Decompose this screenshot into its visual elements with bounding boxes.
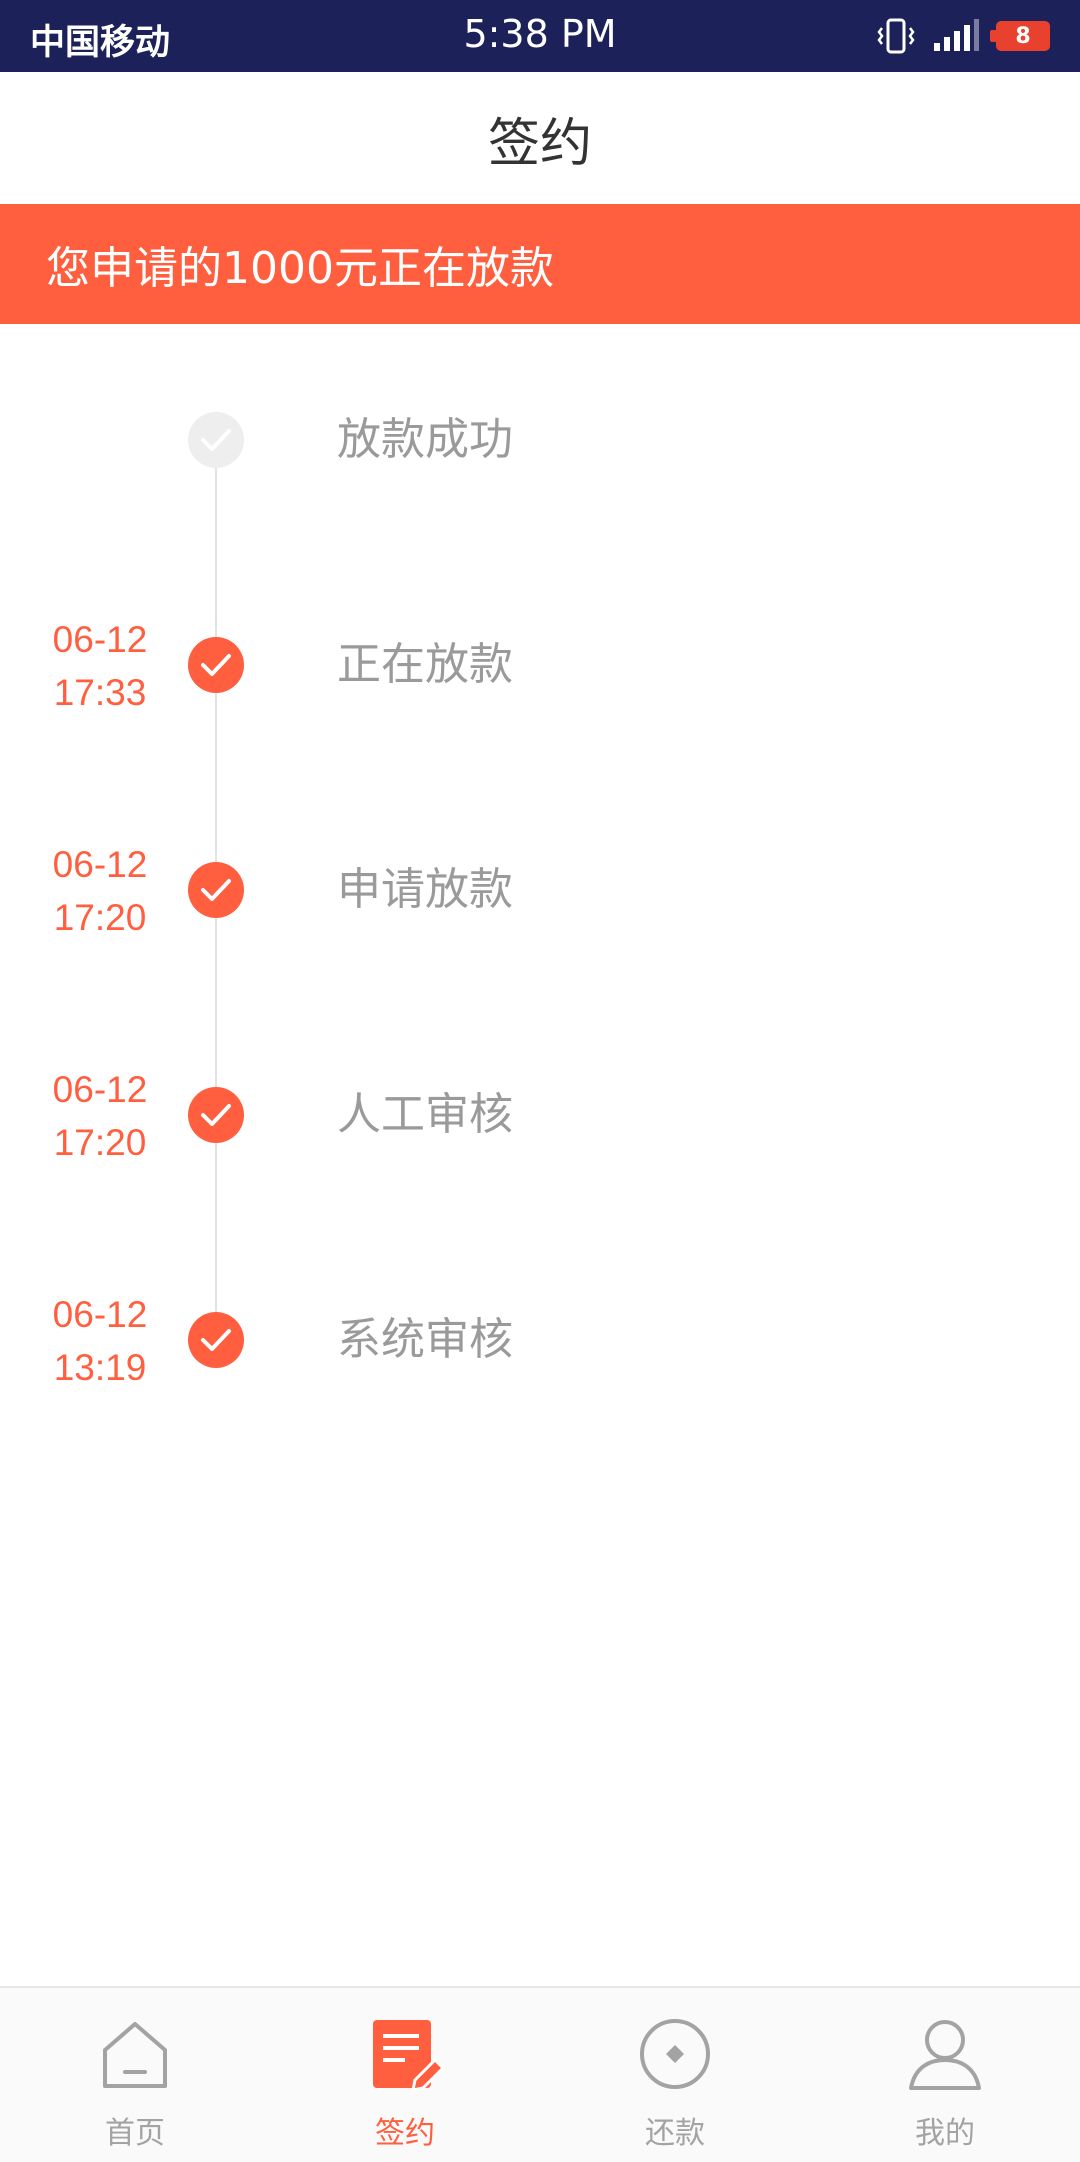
battery-level: 8 (1015, 23, 1031, 49)
step-datetime: 06-12 17:33 (30, 613, 170, 719)
timeline-step-disbursing: 06-12 17:33 正在放款 (0, 619, 1080, 713)
step-date: 06-12 (52, 1069, 148, 1110)
step-label: 放款成功 (337, 414, 513, 465)
tab-label: 还款 (645, 2116, 705, 2151)
step-label: 申请放款 (337, 864, 513, 915)
page-title: 签约 (487, 113, 592, 174)
step-time: 17:33 (53, 672, 147, 713)
tab-mine[interactable]: 我的 (810, 1988, 1080, 2162)
step-label: 人工审核 (337, 1089, 513, 1140)
step-datetime: 06-12 13:19 (30, 1288, 170, 1394)
step-check-icon (188, 412, 244, 468)
tab-sign[interactable]: 签约 (270, 1988, 540, 2162)
step-check-icon (188, 1312, 244, 1368)
timeline-step-disbursed: 放款成功 (0, 412, 1080, 472)
step-datetime: 06-12 17:20 (30, 1063, 170, 1169)
step-date: 06-12 (52, 619, 148, 660)
tab-label: 我的 (915, 2116, 975, 2151)
step-time: 13:19 (53, 1347, 147, 1388)
status-banner: 您申请的1000元正在放款 (0, 204, 1080, 324)
user-profile-icon (909, 2020, 981, 2090)
timeline-step-manual-review: 06-12 17:20 人工审核 (0, 1069, 1080, 1163)
step-check-icon (188, 1087, 244, 1143)
step-check-icon (188, 637, 244, 693)
step-check-icon (188, 862, 244, 918)
tab-repay[interactable]: 还款 (540, 1988, 810, 2162)
step-label: 正在放款 (337, 639, 513, 690)
signal-icon (934, 19, 979, 51)
timeline-step-apply: 06-12 17:20 申请放款 (0, 844, 1080, 938)
step-datetime: 06-12 17:20 (30, 838, 170, 944)
step-time: 17:20 (53, 1122, 147, 1163)
status-bar: 中国移动 5:38 PM 8 (0, 0, 1080, 72)
page-header: 签约 (0, 72, 1080, 204)
banner-text: 您申请的1000元正在放款 (46, 243, 554, 294)
status-icons: 8 (876, 14, 1050, 58)
step-label: 系统审核 (337, 1314, 513, 1365)
battery-icon: 8 (990, 21, 1050, 51)
timeline-step-system-review: 06-12 13:19 系统审核 (0, 1294, 1080, 1388)
home-icon (103, 2022, 167, 2088)
tab-home[interactable]: 首页 (0, 1988, 270, 2162)
step-time: 17:20 (53, 897, 147, 938)
tab-label: 首页 (105, 2116, 165, 2151)
step-date: 06-12 (52, 844, 148, 885)
bottom-tab-bar: 首页 签约 还款 我的 (0, 1986, 1080, 2162)
tab-label: 签约 (375, 2116, 435, 2151)
sign-document-icon (373, 2020, 445, 2092)
step-date: 06-12 (52, 1294, 148, 1335)
vibrate-icon (877, 18, 915, 54)
repay-coin-icon (640, 2019, 710, 2089)
